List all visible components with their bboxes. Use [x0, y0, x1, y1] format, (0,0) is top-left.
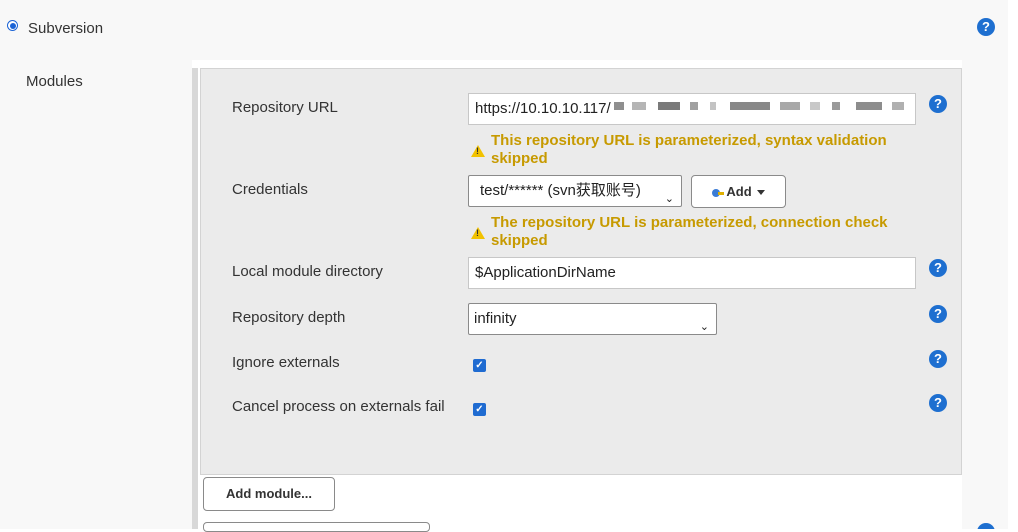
- repository-depth-label: Repository depth: [232, 309, 346, 326]
- key-icon: [712, 188, 725, 197]
- chevron-down-icon: ⌄: [664, 193, 674, 205]
- chevron-down-icon: ⌄: [699, 321, 709, 333]
- question-circle-icon[interactable]: ?: [929, 350, 947, 368]
- credentials-label: Credentials: [232, 181, 308, 198]
- ignore-externals-checkbox[interactable]: ✓: [473, 359, 486, 372]
- credentials-selected: test/****** (svn获取账号): [480, 182, 641, 199]
- warning-triangle-icon: !: [471, 227, 485, 239]
- add-module-button[interactable]: Add module...: [203, 477, 335, 511]
- repository-url-value: https://10.10.10.117/: [475, 100, 611, 117]
- left-column-background: [0, 60, 192, 529]
- repository-depth-select[interactable]: infinity ⌄: [468, 303, 717, 335]
- section-header-band: [0, 0, 1008, 60]
- cancel-process-checkbox[interactable]: ✓: [473, 403, 486, 416]
- cancel-process-label: Cancel process on externals fail: [232, 398, 445, 415]
- question-circle-icon[interactable]: [977, 523, 995, 529]
- section-title: Subversion: [28, 20, 104, 37]
- subversion-radio[interactable]: [7, 20, 18, 31]
- credentials-select[interactable]: test/****** (svn获取账号) ⌄: [468, 175, 682, 207]
- local-module-directory-value: $ApplicationDirName: [475, 264, 616, 281]
- question-circle-icon[interactable]: ?: [929, 95, 947, 113]
- modules-indent-bar: [192, 68, 198, 529]
- right-edge-background: [962, 60, 1008, 529]
- question-circle-icon[interactable]: ?: [977, 18, 995, 36]
- redacted-url-segment: [610, 96, 918, 116]
- caret-down-icon: [756, 190, 765, 196]
- repository-url-label: Repository URL: [232, 99, 338, 116]
- repository-depth-selected: infinity: [474, 310, 517, 327]
- local-module-directory-input[interactable]: $ApplicationDirName: [468, 257, 916, 289]
- repository-url-warning: This repository URL is parameterized, sy…: [491, 132, 887, 167]
- add-credentials-button[interactable]: Add: [691, 175, 786, 208]
- modules-label: Modules: [26, 73, 83, 90]
- add-label: Add: [726, 184, 752, 199]
- next-button-partial[interactable]: [203, 522, 430, 532]
- credentials-warning: The repository URL is parameterized, con…: [491, 214, 888, 249]
- warning-triangle-icon: !: [471, 145, 485, 157]
- local-module-directory-label: Local module directory: [232, 263, 383, 280]
- question-circle-icon[interactable]: ?: [929, 259, 947, 277]
- question-circle-icon[interactable]: ?: [929, 394, 947, 412]
- ignore-externals-label: Ignore externals: [232, 354, 340, 371]
- question-circle-icon[interactable]: ?: [929, 305, 947, 323]
- bottom-indent-bar: [192, 520, 198, 529]
